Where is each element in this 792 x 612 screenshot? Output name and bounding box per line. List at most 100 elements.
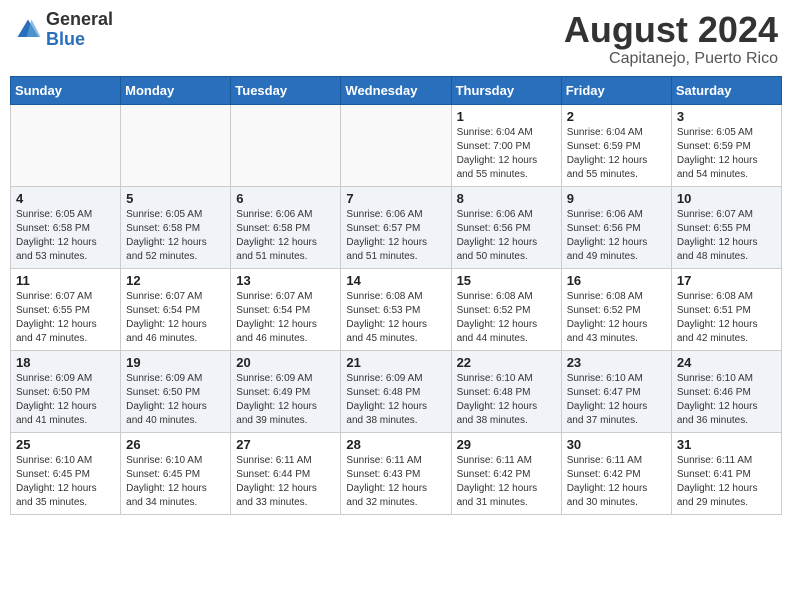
day-info: Sunrise: 6:06 AM Sunset: 6:56 PM Dayligh… [567,208,666,264]
day-number: 24 [677,355,776,370]
day-info: Sunrise: 6:06 AM Sunset: 6:58 PM Dayligh… [236,208,335,264]
calendar-day-cell: 1Sunrise: 6:04 AM Sunset: 7:00 PM Daylig… [451,104,561,186]
day-info: Sunrise: 6:10 AM Sunset: 6:45 PM Dayligh… [126,454,225,510]
calendar-day-cell: 17Sunrise: 6:08 AM Sunset: 6:51 PM Dayli… [671,268,781,350]
calendar-day-cell: 28 Sunrise: 6:11 AM Sunset: 6:43 PM Dayli… [341,432,451,514]
day-info: Sunrise: 6:11 AM Sunset: 6:41 PM Dayligh… [677,454,776,510]
day-info: Sunrise: 6:07 AM Sunset: 6:55 PM Dayligh… [677,208,776,264]
day-info: Sunrise: 6:08 AM Sunset: 6:53 PM Dayligh… [346,290,445,346]
day-info: Sunrise: 6:11 AM Sunset: 6:43 PM Dayligh… [346,454,445,510]
calendar-day-cell: 8 Sunrise: 6:06 AM Sunset: 6:56 PM Daylig… [451,186,561,268]
calendar-day-cell: 31 Sunrise: 6:11 AM Sunset: 6:41 PM Dayli… [671,432,781,514]
calendar-day-cell: 27Sunrise: 6:11 AM Sunset: 6:44 PM Dayli… [231,432,341,514]
logo-icon [14,16,42,44]
calendar-day-cell [11,104,121,186]
day-number: 21 [346,355,445,370]
calendar-day-cell: 21 Sunrise: 6:09 AM Sunset: 6:48 PM Dayli… [341,350,451,432]
day-number: 11 [16,273,115,288]
calendar-table: SundayMondayTuesdayWednesdayThursdayFrid… [10,76,782,515]
day-number: 9 [567,191,666,206]
day-number: 20 [236,355,335,370]
calendar-week-row: 18 Sunrise: 6:09 AM Sunset: 6:50 PM Dayli… [11,350,782,432]
weekday-header-sunday: Sunday [11,76,121,104]
calendar-week-row: 1Sunrise: 6:04 AM Sunset: 7:00 PM Daylig… [11,104,782,186]
day-number: 8 [457,191,556,206]
day-number: 18 [16,355,115,370]
day-info: Sunrise: 6:08 AM Sunset: 6:51 PM Dayligh… [677,290,776,346]
calendar-day-cell: 12 Sunrise: 6:07 AM Sunset: 6:54 PM Dayli… [121,268,231,350]
calendar-day-cell: 26 Sunrise: 6:10 AM Sunset: 6:45 PM Dayli… [121,432,231,514]
day-number: 15 [457,273,556,288]
logo-general-text: General [46,10,113,30]
day-number: 30 [567,437,666,452]
day-info: Sunrise: 6:09 AM Sunset: 6:48 PM Dayligh… [346,372,445,428]
day-number: 10 [677,191,776,206]
logo: General Blue [14,10,113,50]
day-number: 12 [126,273,225,288]
calendar-day-cell: 20 Sunrise: 6:09 AM Sunset: 6:49 PM Dayli… [231,350,341,432]
calendar-day-cell: 22Sunrise: 6:10 AM Sunset: 6:48 PM Dayli… [451,350,561,432]
calendar-day-cell: 4 Sunrise: 6:05 AM Sunset: 6:58 PM Daylig… [11,186,121,268]
calendar-day-cell: 3Sunrise: 6:05 AM Sunset: 6:59 PM Daylig… [671,104,781,186]
calendar-day-cell: 15 Sunrise: 6:08 AM Sunset: 6:52 PM Dayli… [451,268,561,350]
day-number: 19 [126,355,225,370]
day-number: 25 [16,437,115,452]
day-info: Sunrise: 6:10 AM Sunset: 6:46 PM Dayligh… [677,372,776,428]
logo-blue-text: Blue [46,30,113,50]
day-info: Sunrise: 6:09 AM Sunset: 6:49 PM Dayligh… [236,372,335,428]
day-number: 1 [457,109,556,124]
calendar-day-cell: 9 Sunrise: 6:06 AM Sunset: 6:56 PM Daylig… [561,186,671,268]
calendar-day-cell: 6 Sunrise: 6:06 AM Sunset: 6:58 PM Daylig… [231,186,341,268]
page-header: General Blue August 2024 Capitanejo, Pue… [10,10,782,68]
day-number: 22 [457,355,556,370]
calendar-day-cell [121,104,231,186]
calendar-day-cell [231,104,341,186]
month-year-title: August 2024 [564,10,778,50]
day-info: Sunrise: 6:07 AM Sunset: 6:55 PM Dayligh… [16,290,115,346]
weekday-header-wednesday: Wednesday [341,76,451,104]
day-number: 16 [567,273,666,288]
day-info: Sunrise: 6:10 AM Sunset: 6:47 PM Dayligh… [567,372,666,428]
calendar-day-cell: 11 Sunrise: 6:07 AM Sunset: 6:55 PM Dayli… [11,268,121,350]
day-info: Sunrise: 6:08 AM Sunset: 6:52 PM Dayligh… [567,290,666,346]
calendar-week-row: 25 Sunrise: 6:10 AM Sunset: 6:45 PM Dayli… [11,432,782,514]
calendar-day-cell: 16 Sunrise: 6:08 AM Sunset: 6:52 PM Dayli… [561,268,671,350]
calendar-day-cell: 23Sunrise: 6:10 AM Sunset: 6:47 PM Dayli… [561,350,671,432]
calendar-day-cell: 13Sunrise: 6:07 AM Sunset: 6:54 PM Dayli… [231,268,341,350]
day-number: 6 [236,191,335,206]
day-info: Sunrise: 6:06 AM Sunset: 6:56 PM Dayligh… [457,208,556,264]
calendar-day-cell: 5 Sunrise: 6:05 AM Sunset: 6:58 PM Daylig… [121,186,231,268]
day-info: Sunrise: 6:06 AM Sunset: 6:57 PM Dayligh… [346,208,445,264]
day-number: 3 [677,109,776,124]
calendar-week-row: 4 Sunrise: 6:05 AM Sunset: 6:58 PM Daylig… [11,186,782,268]
day-number: 27 [236,437,335,452]
title-block: August 2024 Capitanejo, Puerto Rico [564,10,778,68]
day-number: 29 [457,437,556,452]
day-info: Sunrise: 6:05 AM Sunset: 6:58 PM Dayligh… [126,208,225,264]
day-number: 28 [346,437,445,452]
calendar-day-cell: 24 Sunrise: 6:10 AM Sunset: 6:46 PM Dayli… [671,350,781,432]
day-info: Sunrise: 6:07 AM Sunset: 6:54 PM Dayligh… [236,290,335,346]
day-info: Sunrise: 6:09 AM Sunset: 6:50 PM Dayligh… [16,372,115,428]
day-info: Sunrise: 6:05 AM Sunset: 6:58 PM Dayligh… [16,208,115,264]
calendar-day-cell: 2Sunrise: 6:04 AM Sunset: 6:59 PM Daylig… [561,104,671,186]
day-number: 5 [126,191,225,206]
day-number: 31 [677,437,776,452]
calendar-day-cell: 19 Sunrise: 6:09 AM Sunset: 6:50 PM Dayli… [121,350,231,432]
day-info: Sunrise: 6:09 AM Sunset: 6:50 PM Dayligh… [126,372,225,428]
calendar-day-cell: 30 Sunrise: 6:11 AM Sunset: 6:42 PM Dayli… [561,432,671,514]
day-number: 7 [346,191,445,206]
day-info: Sunrise: 6:08 AM Sunset: 6:52 PM Dayligh… [457,290,556,346]
weekday-header-tuesday: Tuesday [231,76,341,104]
day-number: 2 [567,109,666,124]
calendar-day-cell: 25Sunrise: 6:10 AM Sunset: 6:45 PM Dayli… [11,432,121,514]
day-number: 4 [16,191,115,206]
day-info: Sunrise: 6:11 AM Sunset: 6:42 PM Dayligh… [567,454,666,510]
day-number: 26 [126,437,225,452]
calendar-day-cell: 10 Sunrise: 6:07 AM Sunset: 6:55 PM Dayli… [671,186,781,268]
day-info: Sunrise: 6:11 AM Sunset: 6:42 PM Dayligh… [457,454,556,510]
calendar-day-cell: 14Sunrise: 6:08 AM Sunset: 6:53 PM Dayli… [341,268,451,350]
calendar-day-cell: 29 Sunrise: 6:11 AM Sunset: 6:42 PM Dayli… [451,432,561,514]
weekday-header-friday: Friday [561,76,671,104]
day-info: Sunrise: 6:07 AM Sunset: 6:54 PM Dayligh… [126,290,225,346]
